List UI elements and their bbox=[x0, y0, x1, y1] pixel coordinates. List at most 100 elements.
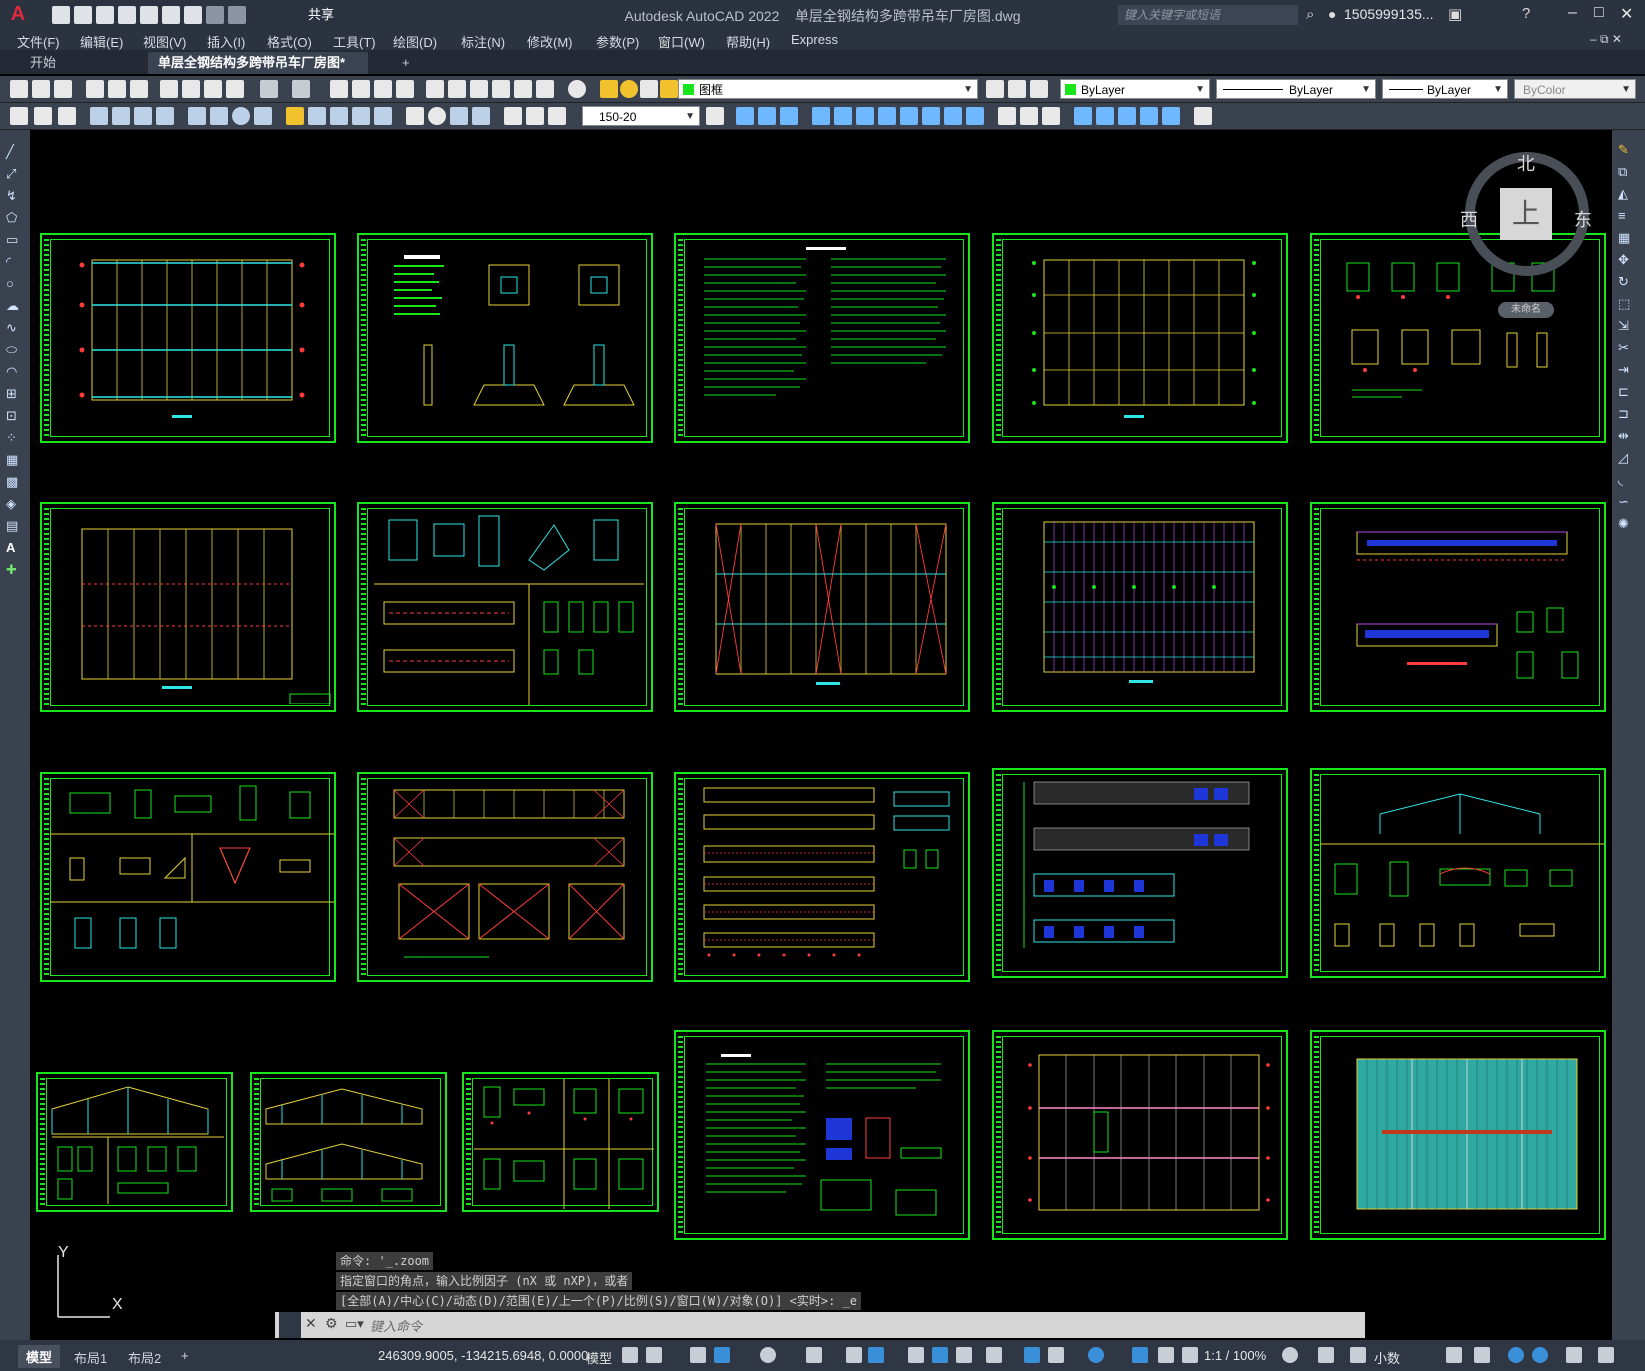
ortho-icon[interactable] bbox=[714, 1347, 730, 1363]
dim-radius-icon[interactable] bbox=[188, 107, 206, 125]
isodraft-icon[interactable] bbox=[806, 1347, 822, 1363]
rotate-icon[interactable]: ↻ bbox=[1618, 274, 1636, 292]
dimstyle-dropdown[interactable]: 150-20 ▼ bbox=[582, 106, 700, 126]
hatch-icon[interactable]: ▦ bbox=[6, 452, 24, 470]
design-center-icon[interactable] bbox=[448, 80, 466, 98]
recent-commands-icon[interactable]: ▭▾ bbox=[345, 1316, 364, 1332]
new-view-icon[interactable] bbox=[10, 107, 28, 125]
mirror-icon[interactable]: ◭ bbox=[1618, 186, 1636, 204]
maximize-icon[interactable]: □ bbox=[1594, 4, 1604, 22]
viewcube-west[interactable]: 西 bbox=[1460, 206, 1478, 232]
insert-block-icon[interactable]: ⊞ bbox=[6, 386, 24, 404]
tab-layout1[interactable]: 布局1 bbox=[74, 1348, 107, 1367]
tool-palettes-icon[interactable] bbox=[470, 80, 488, 98]
properties-icon[interactable] bbox=[426, 80, 444, 98]
menu-express[interactable]: Express bbox=[791, 32, 838, 47]
quick-properties-icon[interactable] bbox=[1446, 1347, 1462, 1363]
menu-modify[interactable]: 修改(M) bbox=[527, 32, 573, 51]
polygon-icon[interactable]: ⬠ bbox=[6, 210, 24, 228]
object-snap-tracking-icon[interactable] bbox=[846, 1347, 862, 1363]
annotation-scale-value[interactable]: 1:1 / 100% bbox=[1204, 1348, 1266, 1363]
copy-object-icon[interactable]: ⧉ bbox=[1618, 164, 1636, 182]
polyline-icon[interactable]: ↯ bbox=[6, 188, 24, 206]
extend-icon[interactable]: ⇥ bbox=[1618, 362, 1636, 380]
dim-continue-icon[interactable] bbox=[330, 107, 348, 125]
drawing-sheet[interactable] bbox=[1310, 768, 1606, 978]
dim-ordinate-icon[interactable] bbox=[156, 107, 174, 125]
add-layout-button[interactable]: + bbox=[181, 1348, 189, 1363]
vp-single-icon[interactable] bbox=[736, 107, 754, 125]
ucs-view-icon[interactable] bbox=[922, 107, 940, 125]
markup-icon[interactable] bbox=[514, 80, 532, 98]
vp-three-icon[interactable] bbox=[780, 107, 798, 125]
selection-cycling-icon[interactable] bbox=[956, 1347, 972, 1363]
tab-model[interactable]: 模型 bbox=[18, 1345, 61, 1368]
cut-icon[interactable] bbox=[160, 80, 178, 98]
rectangle-icon[interactable]: ▭ bbox=[6, 232, 24, 250]
move-icon[interactable]: ✥ bbox=[1618, 252, 1636, 270]
grid-icon[interactable] bbox=[622, 1347, 638, 1363]
command-grip[interactable] bbox=[279, 1312, 301, 1338]
blend-icon[interactable]: ∽ bbox=[1618, 494, 1636, 512]
new-icon[interactable] bbox=[10, 80, 28, 98]
lock-ui-icon[interactable] bbox=[1474, 1347, 1490, 1363]
3d-osnap-icon[interactable] bbox=[986, 1347, 1002, 1363]
drawing-sheet[interactable] bbox=[36, 1072, 233, 1212]
dim-text-edit-icon[interactable] bbox=[526, 107, 544, 125]
dim-aligned-icon[interactable] bbox=[112, 107, 130, 125]
solid-intersect-icon[interactable] bbox=[1162, 107, 1180, 125]
color-dropdown[interactable]: ByLayer ▼ bbox=[1060, 79, 1210, 99]
layer-on-icon[interactable] bbox=[600, 80, 618, 98]
doc-restore-icon[interactable]: – ⧉ ✕ bbox=[1590, 32, 1622, 47]
add-selected-icon[interactable]: ✚ bbox=[6, 562, 24, 580]
hardware-acceleration-icon[interactable] bbox=[1532, 1347, 1548, 1363]
workspace-gear-icon[interactable] bbox=[1282, 1347, 1298, 1363]
layer-freeze-icon[interactable] bbox=[620, 80, 638, 98]
polar-icon[interactable] bbox=[760, 1347, 776, 1363]
center-mark-icon[interactable] bbox=[428, 107, 446, 125]
break-icon[interactable]: ⊐ bbox=[1618, 406, 1636, 424]
linetype-dropdown[interactable]: ByLayer ▼ bbox=[1216, 79, 1376, 99]
viewcube-top-face[interactable]: 上 bbox=[1500, 188, 1552, 240]
jogged-linear-icon[interactable] bbox=[472, 107, 490, 125]
chamfer-icon[interactable]: ◿ bbox=[1618, 450, 1636, 468]
drawing-sheet[interactable] bbox=[357, 772, 653, 982]
plot-icon[interactable] bbox=[86, 80, 104, 98]
snap-icon[interactable] bbox=[646, 1347, 662, 1363]
pan-icon[interactable] bbox=[330, 80, 348, 98]
offset-icon[interactable]: ≡ bbox=[1618, 208, 1636, 226]
tolerance-icon[interactable] bbox=[406, 107, 424, 125]
drawing-sheet[interactable] bbox=[992, 502, 1288, 712]
help-icon[interactable]: ? bbox=[1522, 5, 1530, 22]
menu-tools[interactable]: 工具(T) bbox=[333, 32, 376, 51]
annotation-scale-icon[interactable] bbox=[1182, 1347, 1198, 1363]
tab-document[interactable]: 单层全钢结构多跨带吊车厂房图* × bbox=[148, 52, 368, 92]
match-properties-icon[interactable] bbox=[226, 80, 244, 98]
erase-icon[interactable]: ✎ bbox=[1618, 142, 1636, 160]
solid-box-icon[interactable] bbox=[1074, 107, 1092, 125]
gradient-icon[interactable]: ▩ bbox=[6, 474, 24, 492]
zoom-realtime-icon[interactable] bbox=[352, 80, 370, 98]
trim-icon[interactable]: ✂ bbox=[1618, 340, 1636, 358]
close-icon[interactable]: ✕ bbox=[305, 1315, 317, 1332]
dim-linear-icon[interactable] bbox=[90, 107, 108, 125]
ucs-object-icon[interactable] bbox=[900, 107, 918, 125]
ucs-face-icon[interactable] bbox=[878, 107, 896, 125]
tab-start[interactable]: 开始 bbox=[20, 52, 140, 74]
command-input[interactable]: 键入命令 bbox=[370, 1316, 422, 1335]
ucs-zaxis-icon[interactable] bbox=[966, 107, 984, 125]
units-value[interactable]: 小数 bbox=[1374, 1348, 1400, 1367]
vp-two-icon[interactable] bbox=[758, 107, 776, 125]
undo-icon[interactable] bbox=[260, 80, 278, 98]
quickcalc-icon[interactable] bbox=[536, 80, 554, 98]
tab-layout2[interactable]: 布局2 bbox=[128, 1348, 161, 1367]
region-icon[interactable]: ◈ bbox=[6, 496, 24, 514]
render-icon[interactable] bbox=[34, 107, 52, 125]
inspection-icon[interactable] bbox=[450, 107, 468, 125]
menu-edit[interactable]: 编辑(E) bbox=[80, 32, 123, 51]
arc-icon[interactable]: ◜ bbox=[6, 254, 24, 272]
drawing-sheet[interactable] bbox=[674, 772, 970, 982]
ellipse-icon[interactable]: ⬭ bbox=[6, 342, 24, 360]
units-icon[interactable] bbox=[1350, 1347, 1366, 1363]
drawing-sheet[interactable] bbox=[357, 233, 653, 443]
